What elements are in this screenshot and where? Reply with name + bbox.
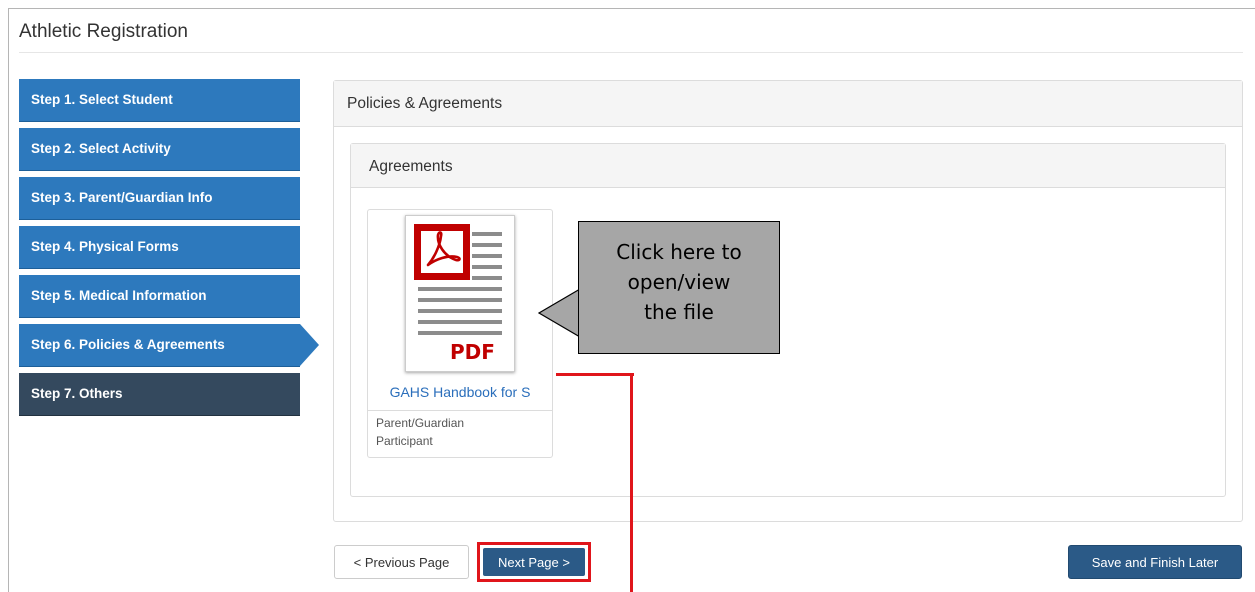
step-label: Step 4. Physical Forms (31, 239, 179, 254)
agreements-panel: Agreements PDF GAHS Handbook for S Paren… (350, 143, 1226, 497)
panel-title: Policies & Agreements (334, 81, 1242, 127)
wizard-steps: Step 1. Select Student Step 2. Select Ac… (19, 79, 319, 422)
step-physical-forms[interactable]: Step 4. Physical Forms (19, 226, 300, 269)
policies-panel: Policies & Agreements Agreements PDF GAH… (333, 80, 1243, 522)
step-label: Step 2. Select Activity (31, 141, 171, 156)
previous-page-button[interactable]: < Previous Page (334, 545, 469, 579)
step-label: Step 6. Policies & Agreements (31, 337, 225, 352)
save-and-finish-later-button[interactable]: Save and Finish Later (1068, 545, 1242, 579)
callout-pointer (538, 288, 582, 338)
step-label: Step 5. Medical Information (31, 288, 207, 303)
step-label: Step 3. Parent/Guardian Info (31, 190, 213, 205)
next-page-highlight: Next Page > (477, 542, 591, 582)
step-parent-guardian-info[interactable]: Step 3. Parent/Guardian Info (19, 177, 300, 220)
instruction-callout: Click here to open/view the file (578, 221, 780, 354)
agreement-file-card: PDF GAHS Handbook for S Parent/Guardian … (367, 209, 553, 458)
step-medical-information[interactable]: Step 5. Medical Information (19, 275, 300, 318)
page-title: Athletic Registration (19, 21, 188, 42)
step-label: Step 7. Others (31, 386, 123, 401)
annotation-connector (630, 373, 633, 592)
file-card-divider (368, 410, 552, 411)
step-others[interactable]: Step 7. Others (19, 373, 300, 416)
step-label: Step 1. Select Student (31, 92, 173, 107)
annotation-connector (556, 373, 634, 376)
step-select-student[interactable]: Step 1. Select Student (19, 79, 300, 122)
step-select-activity[interactable]: Step 2. Select Activity (19, 128, 300, 171)
pdf-badge: PDF (450, 340, 495, 364)
next-page-button[interactable]: Next Page > (483, 548, 585, 576)
step-policies-agreements[interactable]: Step 6. Policies & Agreements (19, 324, 319, 367)
signer-tag: Parent/Guardian (376, 416, 465, 430)
pdf-file-icon[interactable]: PDF (405, 215, 515, 372)
callout-line: the file (644, 300, 714, 324)
title-divider (19, 52, 1243, 53)
callout-line: Click here to (616, 240, 742, 264)
file-link[interactable]: GAHS Handbook for S (368, 384, 552, 400)
agreements-title: Agreements (351, 144, 1225, 188)
callout-line: open/view (627, 270, 731, 294)
signer-tag: Participant (376, 434, 433, 448)
